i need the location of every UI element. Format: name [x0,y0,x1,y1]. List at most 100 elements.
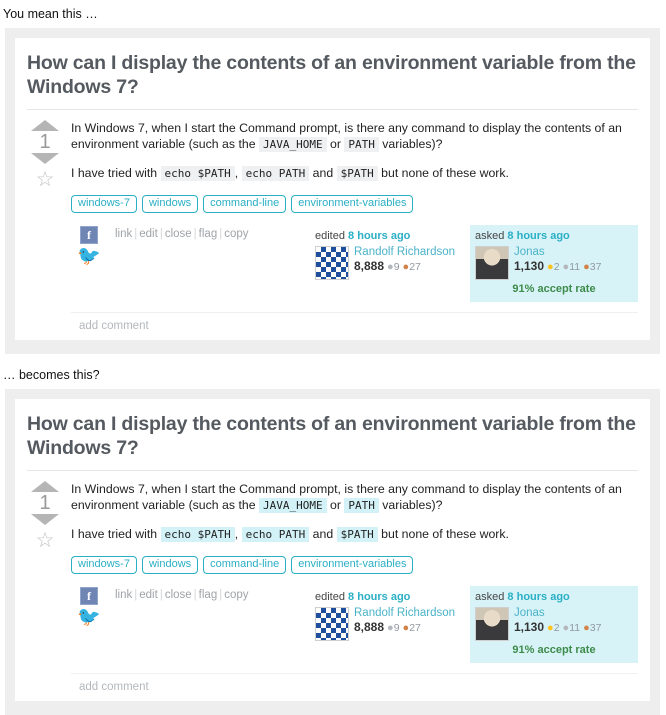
tag-environment-variables[interactable]: environment-variables [291,556,414,575]
edited-username[interactable]: Randolf Richardson [354,607,465,620]
question-panel-before: How can I display the contents of an env… [5,28,660,355]
question-card-before: How can I display the contents of an env… [15,38,650,341]
asked-bronze-badge: ●37 [583,622,601,634]
flag-action[interactable]: flag [199,228,218,240]
edited-time[interactable]: 8 hours ago [348,230,410,242]
code-path: PATH [344,498,379,514]
avatar[interactable] [475,607,509,642]
tag-windows[interactable]: windows [141,556,199,575]
edited-user-row: Randolf Richardson 8,888 ●9 ●27 [315,246,465,281]
asked-bronze-badge: ●37 [583,261,601,273]
social-share-column: f 🐦 [71,586,107,627]
edited-username[interactable]: Randolf Richardson [354,246,465,259]
add-comment-link[interactable]: add comment [71,313,149,340]
copy-action[interactable]: copy [224,589,248,601]
asked-user-meta: Jonas 1,130 ●2 ●11 ●37 [514,246,633,280]
edited-bronze-badge: ●27 [403,622,421,634]
bronze-badge-dot-icon: ● [583,261,590,274]
avatar[interactable] [475,246,509,281]
asked-reputation-row: 1,130 ●2 ●11 ●37 [514,259,633,274]
downvote-arrow-icon[interactable] [31,152,59,164]
post-action-links: link | edit | close | flag | copy [107,225,310,241]
paragraph2-comma: , [234,526,242,541]
tag-windows-7[interactable]: windows-7 [71,556,137,575]
question-body: 1 ☆ In Windows 7, when I start the Comma… [27,479,638,702]
edited-label: edited [315,591,345,604]
edited-reputation: 8,888 [354,259,385,274]
link-action[interactable]: link [115,589,132,601]
vote-count: 1 [39,130,51,153]
twitter-icon[interactable]: 🐦 [71,247,107,266]
close-action[interactable]: close [165,589,192,601]
code-java-home: JAVA_HOME [258,498,327,514]
copy-action[interactable]: copy [224,228,248,240]
add-comment-link[interactable]: add comment [71,674,149,701]
asked-user-row: Jonas 1,130 ●2 ●11 ●37 [475,246,633,281]
facebook-icon[interactable]: f [80,226,98,245]
bronze-badge-dot-icon: ● [583,622,590,635]
edit-action[interactable]: edit [139,228,158,240]
favorite-star-icon[interactable]: ☆ [27,168,63,192]
upvote-arrow-icon[interactable] [31,480,59,492]
paragraph2-text-post: but none of these work. [377,526,509,541]
twitter-icon[interactable]: 🐦 [71,608,107,627]
avatar[interactable] [315,607,349,642]
edited-reputation-row: 8,888 ●9 ●27 [354,620,465,635]
flag-action[interactable]: flag [199,589,218,601]
tag-windows[interactable]: windows [141,195,199,214]
silver-badge-dot-icon: ● [387,261,394,274]
asked-timestamp: asked 8 hours ago [475,590,633,604]
question-title: How can I display the contents of an env… [27,413,638,471]
caption-before: You mean this … [3,7,98,21]
tag-command-line[interactable]: command-line [203,195,287,214]
tag-command-line[interactable]: command-line [203,556,287,575]
code-dollar-path: $PATH [336,165,378,181]
paragraph2-text-pre: I have tried with [71,526,161,541]
tag-windows-7[interactable]: windows-7 [71,195,137,214]
avatar[interactable] [315,246,349,281]
edited-bronze-badge: ●27 [403,261,421,273]
edited-user-meta: Randolf Richardson 8,888 ●9 ●27 [354,607,465,641]
asked-user-row: Jonas 1,130 ●2 ●11 ●37 [475,607,633,642]
post-footer: f 🐦 link | edit | close | flag | copy edited 8 h… [71,586,638,664]
post-content: In Windows 7, when I start the Command p… [63,479,638,702]
asked-time[interactable]: 8 hours ago [507,230,569,242]
silver-badge-dot-icon: ● [387,622,394,635]
edited-bronze-count: 27 [409,622,421,635]
tag-list: windows-7 windows command-line environment-… [71,553,638,575]
asked-gold-count: 2 [553,622,560,635]
tag-environment-variables[interactable]: environment-variables [291,195,414,214]
edited-time[interactable]: 8 hours ago [348,591,410,603]
close-action[interactable]: close [165,228,192,240]
vote-column: 1 ☆ [27,118,63,192]
paragraph1-text-mid: or [326,498,345,513]
edit-action[interactable]: edit [139,589,158,601]
paragraph2-and: and [309,526,337,541]
asked-username[interactable]: Jonas [514,607,633,620]
asked-user-card: asked 8 hours ago Jonas 1,130 ●2 ●11 ●37 91… [470,225,638,303]
asked-time[interactable]: 8 hours ago [507,591,569,603]
post-content: In Windows 7, when I start the Command p… [63,118,638,341]
edited-reputation-row: 8,888 ●9 ●27 [354,259,465,274]
asked-reputation-row: 1,130 ●2 ●11 ●37 [514,620,633,635]
asked-gold-badge: ●2 [547,261,560,273]
asked-username[interactable]: Jonas [514,246,633,259]
upvote-arrow-icon[interactable] [31,119,59,131]
asked-label: asked [475,591,505,604]
favorite-star-icon[interactable]: ☆ [27,529,63,553]
paragraph2-text-pre: I have tried with [71,165,161,180]
asked-reputation: 1,130 [514,259,545,274]
paragraph2-text-post: but none of these work. [377,165,509,180]
facebook-icon[interactable]: f [80,587,98,606]
question-paragraph-2: I have tried with echo $PATH, echo PATH … [71,165,638,183]
comment-row: add comment [71,312,638,340]
asked-gold-count: 2 [553,261,560,274]
downvote-arrow-icon[interactable] [31,513,59,525]
asked-gold-badge: ●2 [547,622,560,634]
action-separator-3: | [193,228,197,241]
paragraph1-text-post: variables)? [378,137,443,152]
vote-column: 1 ☆ [27,479,63,553]
link-action[interactable]: link [115,228,132,240]
edited-timestamp: edited 8 hours ago [315,590,465,604]
question-paragraph-2: I have tried with echo $PATH, echo PATH … [71,526,638,544]
